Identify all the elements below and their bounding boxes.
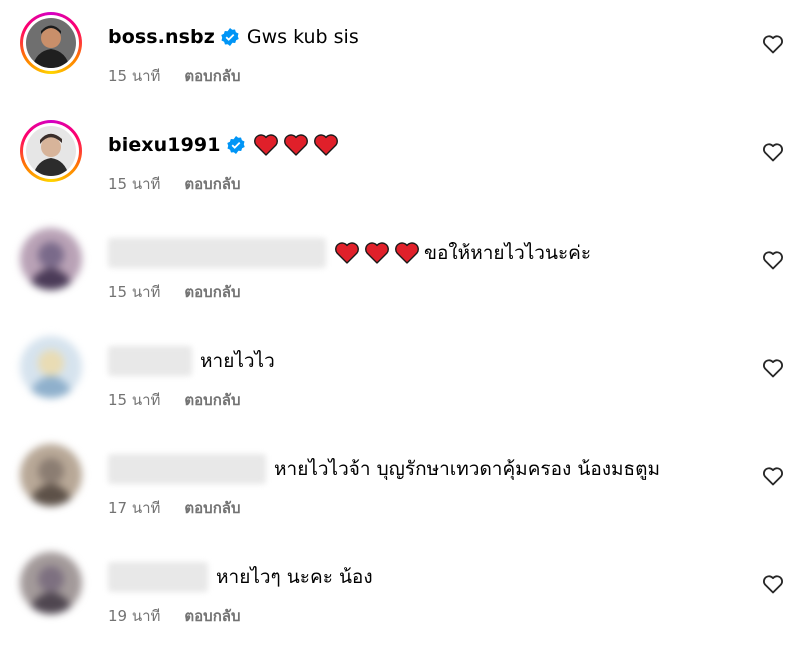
- timestamp: 15 นาที: [108, 67, 161, 85]
- username-redacted: [108, 454, 266, 484]
- comment-item: หายไวๆ นะคะ น้อง 19 นาที ตอบกลับ: [0, 540, 800, 640]
- timestamp: 17 นาที: [108, 499, 161, 517]
- avatar-image: [20, 336, 82, 398]
- avatar[interactable]: [20, 120, 82, 182]
- red-heart-emoji: [313, 133, 339, 157]
- timestamp: 19 นาที: [108, 607, 161, 625]
- heart-outline-icon[interactable]: [762, 574, 784, 594]
- avatar[interactable]: [20, 444, 82, 506]
- comment-header: ขอให้หายไวไวนะค่ะ: [108, 238, 591, 268]
- red-heart-emoji: [253, 133, 279, 157]
- avatar-image: [26, 18, 76, 68]
- reply-button[interactable]: ตอบกลับ: [184, 64, 240, 88]
- comment-header: หายไวไว: [108, 346, 275, 376]
- avatar[interactable]: [20, 228, 82, 290]
- comment-item: หายไวไว 15 นาที ตอบกลับ: [0, 324, 800, 424]
- timestamp: 15 นาที: [108, 175, 161, 193]
- reply-button[interactable]: ตอบกลับ: [184, 496, 240, 520]
- reply-button[interactable]: ตอบกลับ: [184, 388, 240, 412]
- heart-emoji-group: [253, 133, 339, 157]
- reply-button[interactable]: ตอบกลับ: [184, 172, 240, 196]
- comment-item: biexu1991 15 นาที ตอบกลับ: [0, 108, 800, 208]
- heart-outline-icon[interactable]: [762, 466, 784, 486]
- comment-meta: 15 นาที ตอบกลับ: [108, 64, 241, 88]
- comment-item: boss.nsbz Gws kub sis 15 นาที ตอบกลับ: [0, 0, 800, 100]
- username-redacted: [108, 346, 192, 376]
- reply-button[interactable]: ตอบกลับ: [184, 604, 240, 628]
- timestamp: 15 นาที: [108, 391, 161, 409]
- comment-text: หายไวไว: [200, 350, 275, 372]
- avatar[interactable]: [20, 12, 82, 74]
- avatar-image: [26, 126, 76, 176]
- comment-text: หายไวไวจ้า บุญรักษาเทวดาคุ้มครอง น้องมธต…: [274, 458, 661, 480]
- comment-item: หายไวไวจ้า บุญรักษาเทวดาคุ้มครอง น้องมธต…: [0, 432, 800, 532]
- comment-header: biexu1991: [108, 130, 339, 160]
- comment-item: ขอให้หายไวไวนะค่ะ 15 นาที ตอบกลับ: [0, 216, 800, 316]
- comment-text: Gws kub sis: [246, 26, 359, 48]
- red-heart-emoji: [394, 241, 420, 265]
- username-link[interactable]: boss.nsbz: [108, 26, 215, 48]
- verified-badge-icon: [221, 28, 239, 46]
- red-heart-emoji: [364, 241, 390, 265]
- comment-header: boss.nsbz Gws kub sis: [108, 22, 359, 52]
- comment-header: หายไวๆ นะคะ น้อง: [108, 562, 373, 592]
- verified-badge-icon: [226, 136, 245, 154]
- red-heart-emoji: [334, 241, 360, 265]
- reply-button[interactable]: ตอบกลับ: [184, 280, 240, 304]
- timestamp: 15 นาที: [108, 283, 161, 301]
- red-heart-emoji: [283, 133, 309, 157]
- heart-outline-icon[interactable]: [762, 358, 784, 378]
- comment-meta: 15 นาที ตอบกลับ: [108, 280, 241, 304]
- avatar[interactable]: [20, 552, 82, 614]
- comment-text: ขอให้หายไวไวนะค่ะ: [424, 242, 592, 264]
- avatar[interactable]: [20, 336, 82, 398]
- avatar-image: [20, 228, 82, 290]
- avatar-image: [20, 444, 82, 506]
- username-redacted: [108, 562, 208, 592]
- comment-header: หายไวไวจ้า บุญรักษาเทวดาคุ้มครอง น้องมธต…: [108, 454, 660, 484]
- comment-meta: 15 นาที ตอบกลับ: [108, 172, 241, 196]
- heart-outline-icon[interactable]: [762, 250, 784, 270]
- heart-outline-icon[interactable]: [762, 34, 784, 54]
- comment-meta: 17 นาที ตอบกลับ: [108, 496, 241, 520]
- heart-emoji-group: [334, 241, 420, 265]
- comment-meta: 19 นาที ตอบกลับ: [108, 604, 241, 628]
- comment-meta: 15 นาที ตอบกลับ: [108, 388, 241, 412]
- avatar-image: [20, 552, 82, 614]
- comment-text: หายไวๆ นะคะ น้อง: [216, 566, 373, 588]
- heart-outline-icon[interactable]: [762, 142, 784, 162]
- username-link[interactable]: biexu1991: [108, 134, 221, 156]
- username-redacted: [108, 238, 326, 268]
